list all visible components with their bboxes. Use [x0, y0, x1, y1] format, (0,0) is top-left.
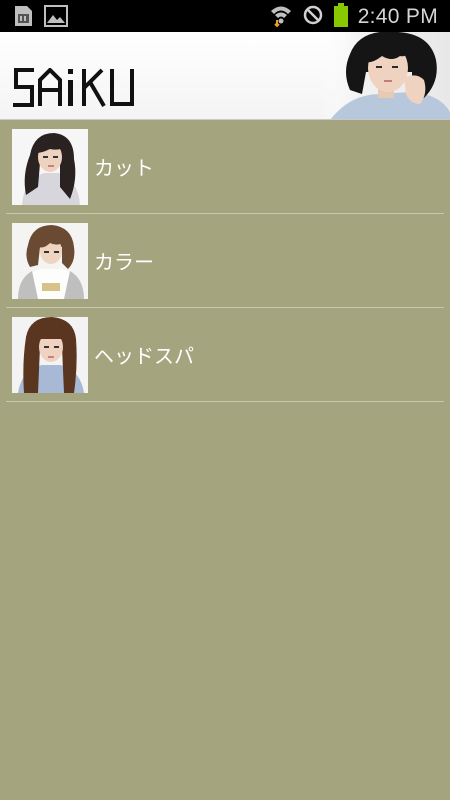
saiku-logo [12, 67, 136, 112]
battery-icon [333, 3, 348, 31]
cut-label: カット [94, 156, 154, 180]
status-bar: 2:40 PM [0, 0, 450, 32]
list-item-head-spa[interactable]: ヘッドスパ [6, 308, 444, 402]
header-model-photo [320, 32, 450, 119]
sim-card-icon [12, 4, 34, 32]
status-time: 2:40 PM [357, 5, 438, 28]
app-header [0, 32, 450, 120]
head-spa-thumbnail [12, 316, 88, 393]
color-label: カラー [94, 250, 154, 274]
cut-thumbnail [12, 128, 88, 205]
image-icon [44, 5, 68, 31]
wifi-icon [270, 3, 292, 31]
head-spa-label: ヘッドスパ [94, 344, 194, 368]
no-sign-icon [302, 4, 324, 30]
menu-list: カット カラー ヘッドスパ [6, 120, 444, 402]
color-thumbnail [12, 222, 88, 299]
list-item-color[interactable]: カラー [6, 214, 444, 308]
status-right: 2:40 PM [270, 3, 438, 31]
status-left [12, 4, 68, 32]
list-item-cut[interactable]: カット [6, 120, 444, 214]
